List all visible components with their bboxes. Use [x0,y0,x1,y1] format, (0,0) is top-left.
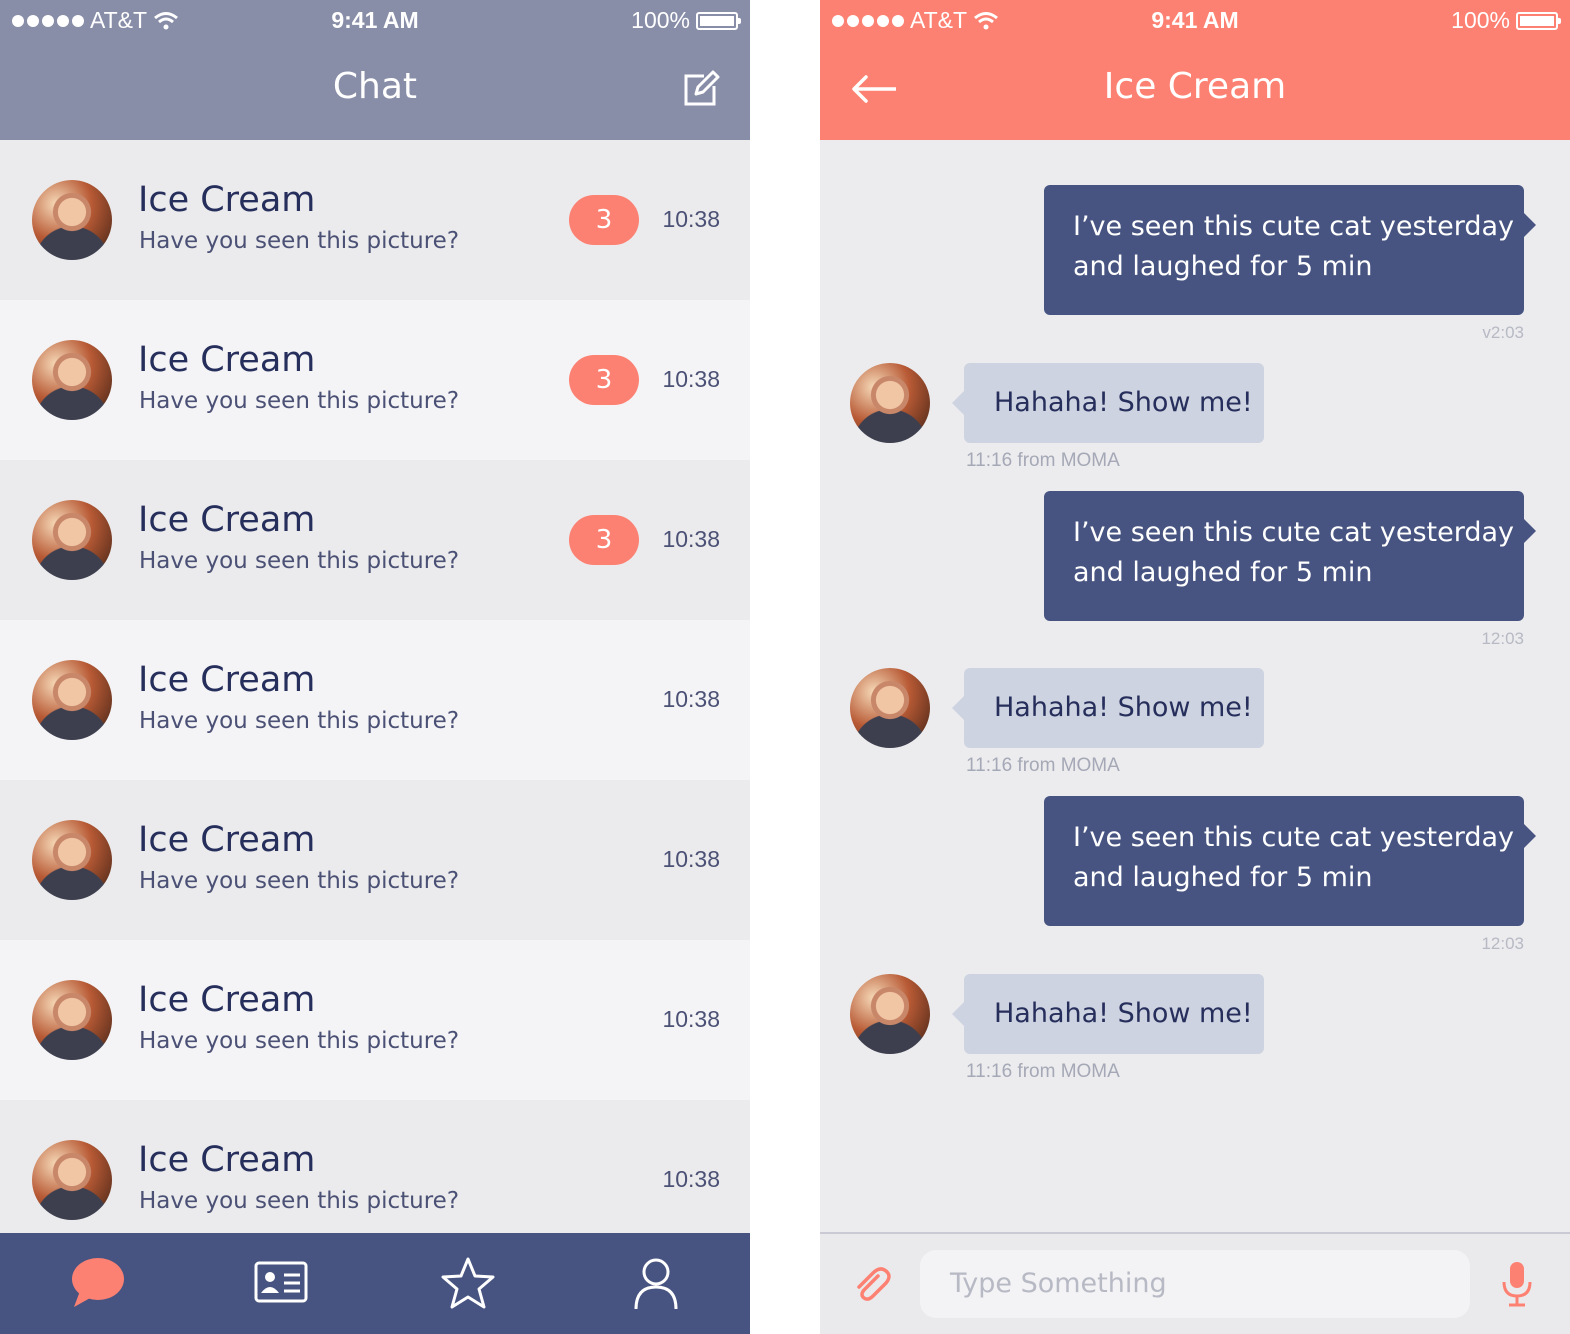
message-time: 10:38 [662,846,720,872]
avatar [850,363,930,443]
outgoing-message[interactable]: I’ve seen this cute cat yesterday and lau… [1044,796,1536,926]
chat-list-screen: AT&T 9:41 AM 100% Chat Ice Cream Have you… [0,0,750,1334]
message-text-line: I’ve seen this cute cat yesterday [1073,822,1514,853]
message-preview: Have you seen this picture? [139,868,460,894]
incoming-message[interactable]: Hahaha! Show me! [952,974,1264,1054]
profile-icon[interactable] [626,1255,686,1311]
conversation-header: AT&T 9:41 AM 100% Ice Cream [820,0,1570,140]
message-preview: Have you seen this picture? [139,388,460,414]
message-time: 10:38 [662,1006,720,1032]
message-time: 10:38 [662,206,720,232]
avatar [32,340,112,420]
chat-list-header: AT&T 9:41 AM 100% Chat [0,0,750,140]
status-bar: AT&T 9:41 AM 100% [820,0,1570,40]
message-time: 10:38 [662,366,720,392]
message-text-line: and laughed for 5 min [1073,862,1373,893]
message-preview: Have you seen this picture? [139,1028,460,1054]
incoming-message[interactable]: Hahaha! Show me! [952,668,1264,748]
message-timestamp: 11:16 from MOMA [966,755,1120,776]
message-text-line: I’ve seen this cute cat yesterday [1073,517,1514,548]
outgoing-message[interactable]: I’ve seen this cute cat yesterday and lau… [1044,491,1536,621]
avatar [850,668,930,748]
conversation-title: Ice Cream [1103,66,1287,107]
chat-list-item[interactable]: Ice Cream Have you seen this picture? 10:3… [0,940,750,1100]
message-input-placeholder: Type Something [950,1268,1167,1299]
chat-bubble-icon[interactable] [66,1255,126,1311]
chat-list-item[interactable]: Ice Cream Have you seen this picture? 10:3… [0,780,750,940]
message-timestamp: 12:03 [1481,629,1524,648]
contact-card-icon[interactable] [252,1255,312,1311]
contact-name: Ice Cream [138,180,316,220]
avatar [32,660,112,740]
paperclip-icon[interactable] [852,1264,892,1304]
message-timestamp: 11:16 from MOMA [966,450,1120,471]
message-timestamp: v2:03 [1482,323,1524,342]
avatar [850,974,930,1054]
chat-list-item[interactable]: Ice Cream Have you seen this picture? 10:3… [0,620,750,780]
page-title: Chat [332,66,418,107]
composer-bar: Type Something [820,1232,1570,1334]
avatar [32,1140,112,1220]
status-bar: AT&T 9:41 AM 100% [0,0,750,40]
message-preview: Have you seen this picture? [139,228,460,254]
compose-icon[interactable] [682,70,720,108]
message-time: 10:38 [662,686,720,712]
avatar [32,820,112,900]
contact-name: Ice Cream [138,980,316,1020]
chat-list-item[interactable]: Ice Cream Have you seen this picture? 3 10:… [0,300,750,460]
battery-percent: 100% [1451,7,1510,33]
chat-list-item[interactable]: Ice Cream Have you seen this picture? 3 10:… [0,460,750,620]
message-input[interactable]: Type Something [920,1250,1470,1318]
avatar [32,180,112,260]
message-time: 10:38 [662,526,720,552]
unread-badge: 3 [569,515,639,565]
outgoing-message[interactable]: I’ve seen this cute cat yesterday and lau… [1044,185,1536,315]
battery: 100% [1451,7,1561,34]
unread-badge: 3 [569,195,639,245]
conversation-screen: AT&T 9:41 AM 100% Ice Cream I’ve seen th… [820,0,1570,1334]
chat-list-item[interactable]: Ice Cream Have you seen this picture? 3 10:… [0,140,750,300]
battery-icon [696,11,741,30]
contact-name: Ice Cream [138,660,316,700]
unread-badge: 3 [569,355,639,405]
contact-name: Ice Cream [138,500,316,540]
battery: 100% [631,7,741,34]
message-text-line: and laughed for 5 min [1073,557,1373,588]
microphone-icon[interactable] [1500,1260,1534,1308]
message-preview: Have you seen this picture? [139,1188,460,1214]
battery-percent: 100% [631,7,690,33]
avatar [32,980,112,1060]
incoming-message[interactable]: Hahaha! Show me! [952,363,1264,443]
avatar [32,500,112,580]
message-timestamp: 12:03 [1481,934,1524,953]
tab-bar [0,1233,750,1334]
message-text-line: I’ve seen this cute cat yesterday [1073,211,1514,242]
message-time: 10:38 [662,1166,720,1192]
battery-icon [1516,11,1561,30]
message-timestamp: 11:16 from MOMA [966,1061,1120,1082]
message-text-line: and laughed for 5 min [1073,251,1373,282]
contact-name: Ice Cream [138,1140,316,1180]
message-preview: Have you seen this picture? [139,708,460,734]
message-preview: Have you seen this picture? [139,548,460,574]
contact-name: Ice Cream [138,820,316,860]
star-icon[interactable] [438,1255,498,1311]
contact-name: Ice Cream [138,340,316,380]
